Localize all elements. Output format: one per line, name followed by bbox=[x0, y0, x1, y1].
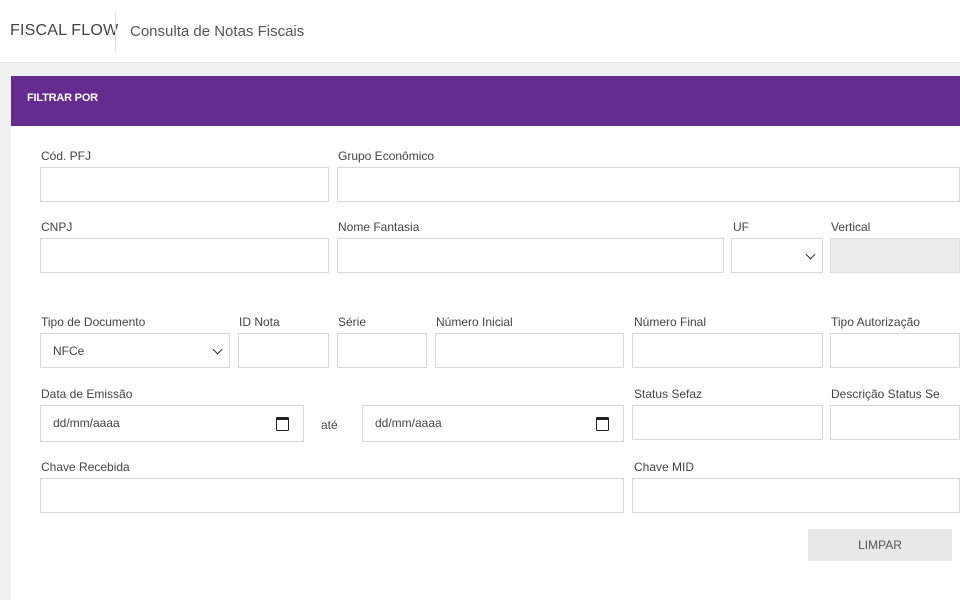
numero-inicial-label: Número Inicial bbox=[436, 315, 513, 329]
vertical-label: Vertical bbox=[831, 220, 871, 234]
chevron-down-icon bbox=[805, 249, 816, 260]
header-divider bbox=[115, 12, 116, 52]
descricao-status-input[interactable] bbox=[830, 405, 960, 440]
uf-select[interactable] bbox=[731, 238, 823, 273]
filter-title: FILTRAR POR bbox=[27, 92, 98, 104]
nome-fantasia-input[interactable] bbox=[337, 238, 724, 273]
cod-pfj-input[interactable] bbox=[40, 167, 329, 202]
status-sefaz-input[interactable] bbox=[632, 405, 823, 440]
data-emissao-label: Data de Emissão bbox=[41, 387, 133, 401]
date-start-input[interactable]: dd/mm/aaaa bbox=[40, 405, 304, 442]
id-nota-label: ID Nota bbox=[239, 315, 280, 329]
serie-label: Série bbox=[338, 315, 367, 329]
calendar-icon[interactable] bbox=[276, 417, 289, 431]
tipo-autorizacao-label: Tipo Autorização bbox=[831, 315, 920, 329]
calendar-icon[interactable] bbox=[596, 417, 609, 431]
id-nota-input[interactable] bbox=[238, 333, 329, 368]
vertical-input bbox=[830, 238, 960, 273]
cnpj-input[interactable] bbox=[40, 238, 329, 273]
uf-label: UF bbox=[733, 220, 749, 234]
grupo-economico-label: Grupo Econômico bbox=[338, 149, 435, 163]
page-title: Consulta de Notas Fiscais bbox=[130, 23, 305, 40]
cod-pfj-label: Cód. PFJ bbox=[41, 149, 92, 163]
numero-final-input[interactable] bbox=[632, 333, 823, 368]
chave-mid-label: Chave MID bbox=[634, 460, 695, 474]
tipo-documento-value: NFCe bbox=[53, 344, 85, 358]
serie-input[interactable] bbox=[337, 333, 427, 368]
clear-button-label: LIMPAR bbox=[858, 538, 902, 552]
grupo-economico-input[interactable] bbox=[337, 167, 960, 202]
top-bar: FISCAL FLOW Consulta de Notas Fiscais bbox=[0, 0, 960, 63]
numero-inicial-input[interactable] bbox=[435, 333, 624, 368]
date-start-placeholder: dd/mm/aaaa bbox=[53, 416, 120, 430]
tipo-autorizacao-input[interactable] bbox=[830, 333, 960, 368]
ate-label: até bbox=[321, 418, 338, 432]
chave-recebida-input[interactable] bbox=[40, 478, 624, 513]
chevron-down-icon bbox=[212, 344, 223, 355]
tipo-documento-label: Tipo de Documento bbox=[41, 315, 146, 329]
chave-recebida-label: Chave Recebida bbox=[41, 460, 130, 474]
descricao-status-label: Descrição Status Se bbox=[831, 387, 940, 401]
nome-fantasia-label: Nome Fantasia bbox=[338, 220, 420, 234]
cnpj-label: CNPJ bbox=[41, 220, 73, 234]
date-end-placeholder: dd/mm/aaaa bbox=[375, 416, 442, 430]
status-sefaz-label: Status Sefaz bbox=[634, 387, 703, 401]
chave-mid-input[interactable] bbox=[632, 478, 960, 513]
tipo-documento-select[interactable]: NFCe bbox=[40, 333, 230, 368]
numero-final-label: Número Final bbox=[634, 315, 707, 329]
brand-logo: FISCAL FLOW bbox=[10, 22, 119, 39]
filter-panel-header: FILTRAR POR bbox=[11, 76, 960, 126]
date-end-input[interactable]: dd/mm/aaaa bbox=[362, 405, 624, 442]
clear-button[interactable]: LIMPAR bbox=[808, 529, 952, 561]
